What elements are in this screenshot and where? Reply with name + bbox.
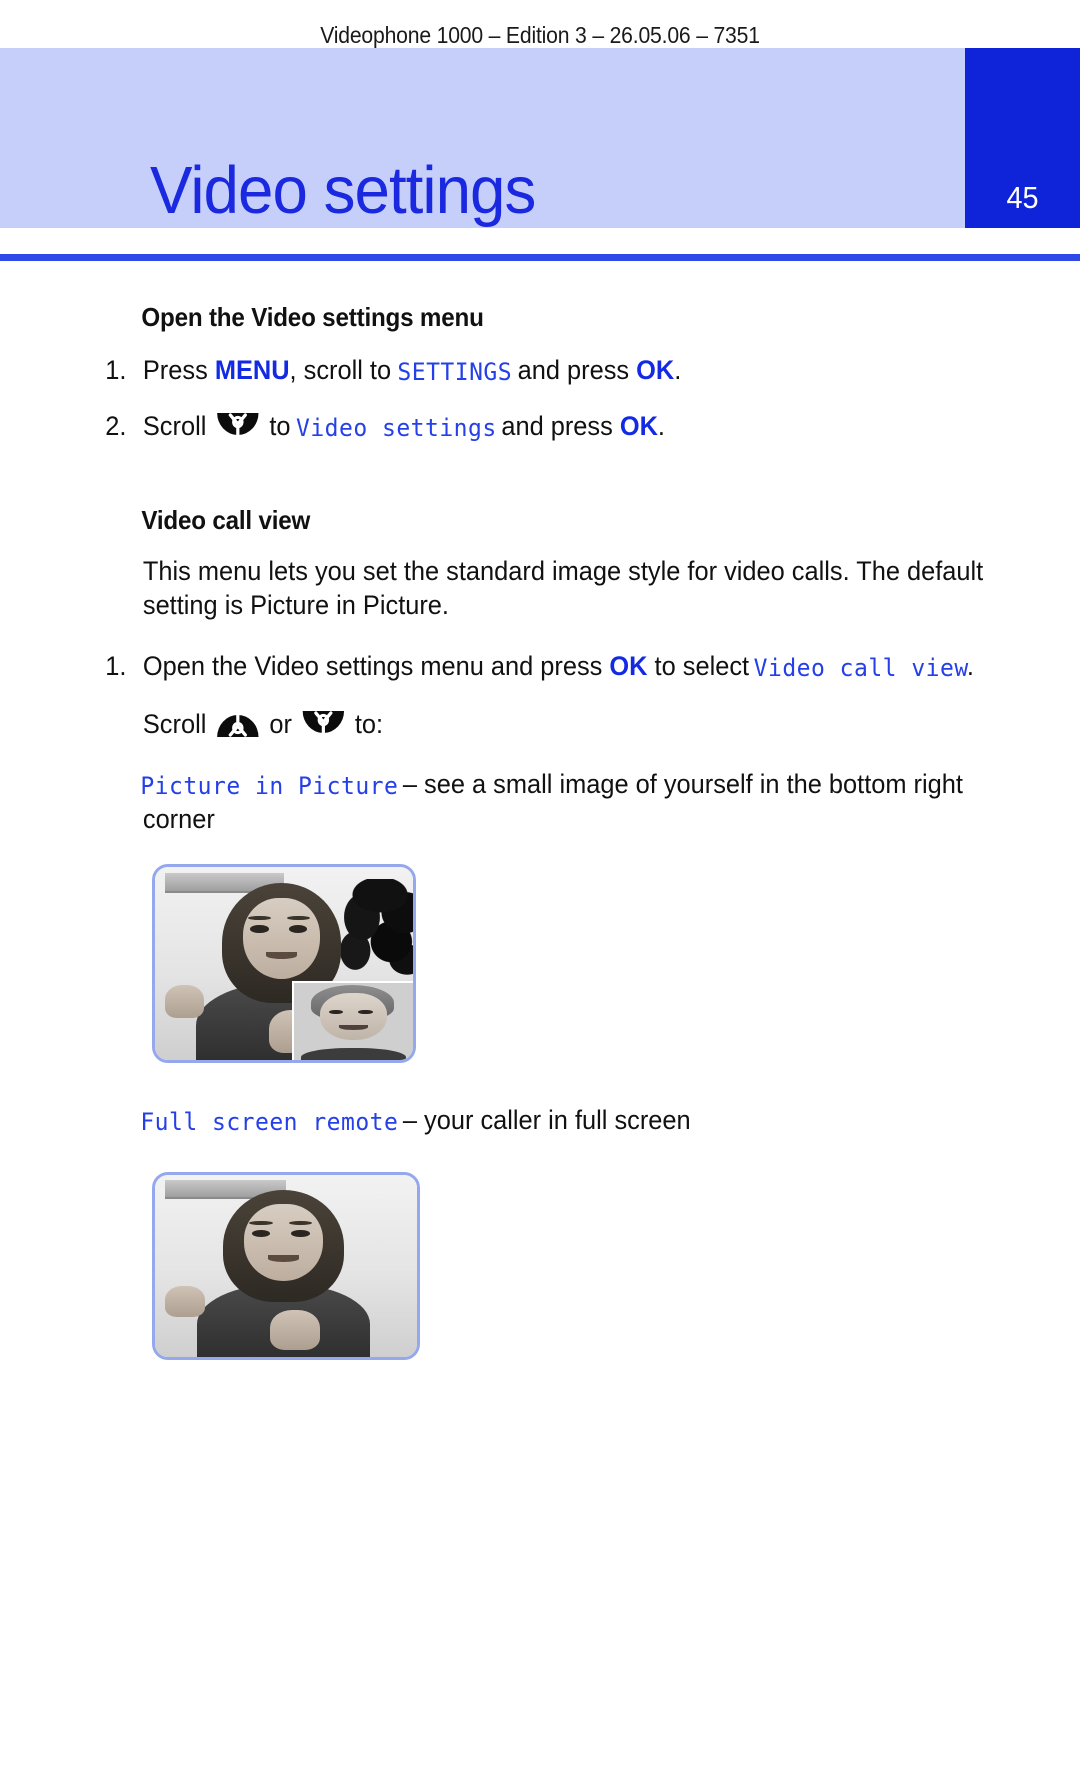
section-heading: Video call view — [141, 504, 311, 535]
woman-face — [320, 992, 387, 1041]
step-text: , scroll to — [289, 355, 399, 385]
step-text: Open the Video settings menu and press — [142, 650, 610, 681]
header-rule-divider — [0, 254, 1080, 261]
step-text: . — [674, 355, 682, 385]
step-text: . — [657, 410, 665, 441]
section-video-call-view: Video call view This menu lets you set t… — [0, 479, 1080, 1360]
scroll-up-key-icon — [216, 709, 259, 739]
chapter-title-band: Video settings 45 — [0, 48, 1080, 228]
page-content: Open the Video settings menu 1. Press MEN… — [0, 276, 1080, 1360]
section-heading: Open the Video settings menu — [141, 302, 484, 332]
girl-eye-right — [291, 1229, 310, 1237]
lcd-menu-label: Video call view — [754, 653, 970, 682]
step-text: and press — [510, 355, 637, 385]
girl-hand-right — [270, 1309, 321, 1350]
scroll-text: or — [262, 708, 299, 739]
list-item: 1. Open the Video settings menu and press… — [0, 649, 1017, 685]
list-number: 1. — [105, 355, 127, 385]
full-screen-remote-illustration — [152, 1172, 420, 1360]
step-text: to — [262, 410, 298, 441]
lcd-menu-label: Video settings — [295, 413, 497, 442]
girl-face — [244, 1204, 323, 1281]
option-full-screen-remote: Full screen remote – your caller in full… — [0, 1103, 1017, 1138]
woman-body — [301, 1048, 406, 1061]
section-open-video-settings-menu: Open the Video settings menu 1. Press MEN… — [0, 276, 1080, 445]
scroll-text: Scroll — [142, 708, 214, 739]
page-number: 45 — [1006, 180, 1039, 215]
scroll-down-key-icon — [302, 709, 345, 739]
step-text: Scroll — [142, 410, 214, 441]
step-text: to select — [647, 650, 757, 681]
list-number: 1. — [105, 650, 127, 681]
scroll-text: to: — [347, 708, 384, 739]
scroll-instruction-line: Scroll or to: — [0, 707, 1017, 742]
girl-brow-right — [288, 1220, 313, 1225]
picture-in-picture-screen-illustration — [152, 864, 416, 1064]
lcd-option-label: Full screen remote — [140, 1108, 399, 1137]
running-head: Videophone 1000 – Edition 3 – 26.05.06 –… — [320, 22, 760, 48]
step-text: and press — [494, 410, 620, 441]
list-number: 2. — [105, 410, 127, 441]
option-description: – your caller in full screen — [395, 1105, 691, 1136]
list-item: 1. Press MENU, scroll to SETTINGS and pre… — [0, 353, 1017, 389]
girl-mouth — [267, 1255, 300, 1262]
woman-eye-right — [358, 1009, 373, 1015]
girl-brow-left — [249, 1220, 273, 1225]
ui-key-ok: OK — [636, 355, 675, 385]
girl-eye-left — [251, 1229, 271, 1237]
lcd-option-label: Picture in Picture — [140, 772, 399, 801]
ui-key-menu: MENU — [214, 355, 290, 385]
step-text: Press — [142, 355, 215, 385]
option-picture-in-picture: Picture in Picture – see a small image o… — [0, 767, 1017, 836]
page-title: Video settings — [150, 153, 536, 228]
pip-inset-self-view — [292, 981, 413, 1061]
lcd-menu-label: SETTINGS — [397, 358, 512, 386]
girl-hand-left — [165, 1286, 205, 1317]
list-item: 2. Scroll to Video settings and press OK. — [0, 409, 1017, 445]
girl-hand-left — [165, 985, 204, 1018]
ui-key-ok: OK — [609, 650, 648, 681]
scroll-down-key-icon — [216, 411, 259, 441]
photo-scene — [155, 1175, 417, 1357]
ui-key-ok: OK — [619, 410, 658, 441]
woman-eye-left — [328, 1009, 343, 1015]
girl-eye-left — [250, 925, 269, 934]
girl-face — [242, 898, 321, 980]
photo-scene — [155, 867, 413, 1061]
section-intro-text: This menu lets you set the standard imag… — [142, 555, 984, 621]
